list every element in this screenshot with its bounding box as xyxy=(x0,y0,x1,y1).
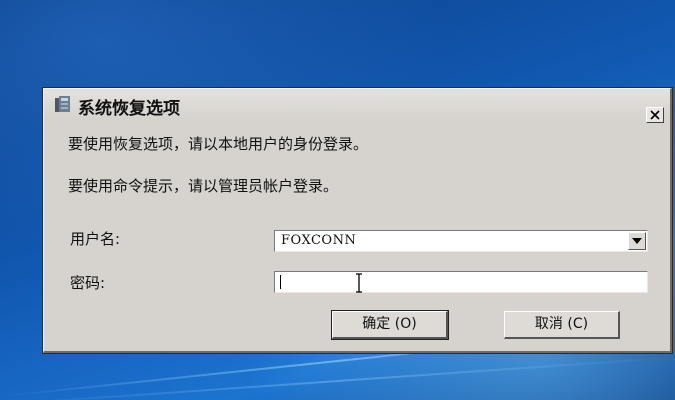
system-recovery-dialog: 系统恢复选项 要使用恢复选项，请以本地用户的身份登录。 要使用命令提示，请以管理… xyxy=(43,88,672,353)
password-label: 密码: xyxy=(70,274,106,292)
cancel-button[interactable]: 取消 (C) xyxy=(504,311,620,339)
local-user-login-message: 要使用恢复选项，请以本地用户的身份登录。 xyxy=(68,135,369,153)
title-bar[interactable]: 系统恢复选项 xyxy=(44,89,670,123)
text-cursor-icon xyxy=(355,273,363,297)
recovery-app-icon xyxy=(54,94,72,114)
ok-button[interactable]: 确定 (O) xyxy=(332,311,448,339)
cancel-button-label: 取消 (C) xyxy=(534,316,589,332)
close-button[interactable] xyxy=(646,107,664,123)
dropdown-arrow-button[interactable] xyxy=(628,232,646,250)
username-dropdown[interactable]: FOXCONN xyxy=(274,230,648,252)
password-input[interactable] xyxy=(274,271,648,293)
ok-button-label: 确定 (O) xyxy=(362,316,417,332)
window-title: 系统恢复选项 xyxy=(78,99,180,119)
username-label: 用户名: xyxy=(70,230,121,248)
username-value: FOXCONN xyxy=(281,233,357,248)
admin-login-message: 要使用命令提示，请以管理员帐户登录。 xyxy=(68,177,339,195)
text-caret xyxy=(280,275,281,289)
desktop-glow-streak xyxy=(0,356,675,400)
